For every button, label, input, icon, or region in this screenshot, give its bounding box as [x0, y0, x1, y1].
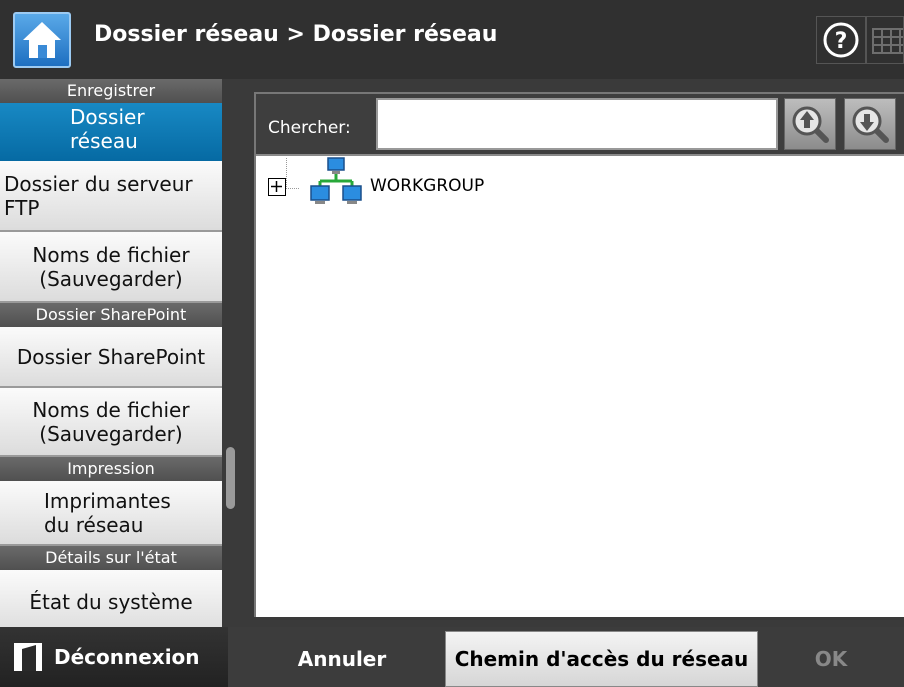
network-path-label: Chemin d'accès du réseau	[454, 647, 749, 671]
sidebar-menu: Enregistrer Dossier réseau Dossier du se…	[0, 79, 222, 627]
sidebar-section-details-etat: Détails sur l'état	[0, 546, 222, 570]
logout-label: Déconnexion	[54, 645, 200, 669]
sidebar-item-dossier-sharepoint[interactable]: Dossier SharePoint	[0, 327, 222, 388]
sidebar-section-impression: Impression	[0, 457, 222, 481]
home-button[interactable]	[13, 12, 71, 68]
tree-connector	[286, 158, 299, 189]
search-up-button[interactable]	[784, 98, 836, 150]
expand-icon[interactable]	[268, 178, 286, 196]
search-up-icon	[792, 106, 829, 143]
keyboard-button[interactable]	[866, 16, 904, 64]
sidebar-item-label: Dossier du serveur FTP	[4, 171, 193, 220]
page-title: Dossier réseau > Dossier réseau	[94, 22, 498, 47]
ok-label: OK	[814, 647, 848, 671]
sidebar-scroll-thumb[interactable]	[226, 447, 235, 509]
network-path-button[interactable]: Chemin d'accès du réseau	[445, 631, 758, 687]
sidebar-section-sharepoint: Dossier SharePoint	[0, 303, 222, 327]
logout-icon	[14, 643, 42, 671]
sidebar-item-label: Imprimantes du réseau	[44, 488, 171, 537]
sidebar-item-dossier-reseau[interactable]: Dossier réseau	[0, 103, 222, 161]
search-down-icon	[852, 106, 889, 143]
sidebar-item-label: Dossier réseau	[70, 105, 145, 153]
sidebar-item-dossier-ftp[interactable]: Dossier du serveur FTP	[0, 161, 222, 232]
search-down-button[interactable]	[844, 98, 896, 150]
ok-button[interactable]: OK	[772, 631, 890, 687]
keyboard-icon	[872, 28, 903, 54]
sidebar-item-noms-fichier-2[interactable]: Noms de fichier (Sauvegarder)	[0, 388, 222, 457]
sidebar-item-label: État du système	[29, 590, 193, 614]
sidebar-item-label: Noms de fichier (Sauvegarder)	[32, 242, 190, 291]
help-icon: ?	[823, 22, 859, 58]
help-icon-glyph: ?	[835, 29, 848, 54]
folder-tree-panel: Chercher: WORKGROUP	[254, 92, 904, 617]
sidebar-scrollbar[interactable]	[222, 79, 240, 627]
home-icon	[23, 22, 61, 58]
sidebar-item-etat-systeme[interactable]: État du système	[0, 570, 222, 627]
sidebar-item-noms-fichier-1[interactable]: Noms de fichier (Sauvegarder)	[0, 232, 222, 303]
cancel-label: Annuler	[297, 647, 387, 671]
search-label: Chercher:	[268, 118, 351, 138]
header-bar: Dossier réseau > Dossier réseau ?	[0, 0, 904, 79]
search-input[interactable]	[376, 98, 778, 150]
sidebar-item-imprimantes[interactable]: Imprimantes du réseau	[0, 481, 222, 546]
sidebar-section-enregistrer: Enregistrer	[0, 79, 222, 103]
tree-item-label: WORKGROUP	[370, 176, 485, 196]
network-computers-icon	[310, 157, 362, 204]
footer-bar: Déconnexion Annuler Chemin d'accès du ré…	[0, 627, 904, 687]
search-bar: Chercher:	[256, 94, 904, 156]
help-button[interactable]: ?	[816, 16, 866, 64]
sidebar-item-label: Noms de fichier (Sauvegarder)	[32, 397, 190, 446]
cancel-button[interactable]: Annuler	[256, 631, 428, 687]
sidebar-item-label: Dossier SharePoint	[16, 344, 206, 369]
logout-button[interactable]: Déconnexion	[0, 627, 228, 687]
